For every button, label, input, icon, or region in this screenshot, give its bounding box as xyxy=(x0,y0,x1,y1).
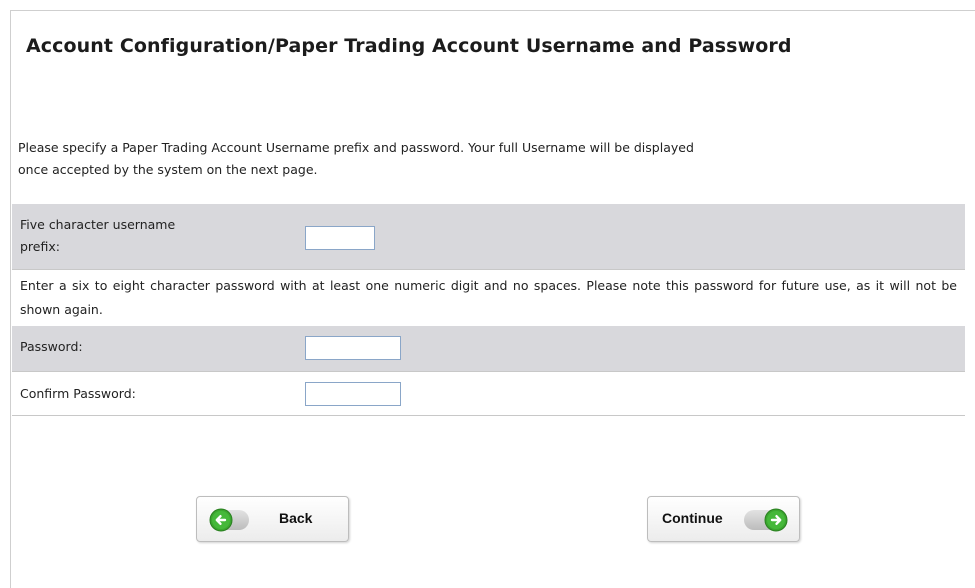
confirm-password-input[interactable] xyxy=(305,382,401,406)
arrow-left-circle-icon xyxy=(209,508,233,532)
username-prefix-input[interactable] xyxy=(305,226,375,250)
back-button-label: Back xyxy=(279,510,313,526)
prefix-label-line-2: prefix: xyxy=(20,239,60,254)
password-row: Password: xyxy=(12,326,965,371)
credentials-form: Five character username prefix: Enter a … xyxy=(12,204,965,416)
confirm-password-row: Confirm Password: xyxy=(12,371,965,415)
prefix-label: Five character username prefix: xyxy=(20,214,175,258)
back-button[interactable]: Back xyxy=(196,496,349,542)
intro-text: Please specify a Paper Trading Account U… xyxy=(18,137,963,181)
password-label: Password: xyxy=(20,339,83,354)
password-input[interactable] xyxy=(305,336,401,360)
page-title: Account Configuration/Paper Trading Acco… xyxy=(26,35,792,57)
intro-line-1: Please specify a Paper Trading Account U… xyxy=(18,140,694,155)
password-note: Enter a six to eight character password … xyxy=(20,278,957,317)
continue-button[interactable]: Continue xyxy=(647,496,800,542)
prefix-row: Five character username prefix: xyxy=(12,204,965,269)
password-note-row: Enter a six to eight character password … xyxy=(12,269,965,326)
confirm-password-label: Confirm Password: xyxy=(20,386,136,401)
intro-line-2: once accepted by the system on the next … xyxy=(18,162,318,177)
arrow-right-circle-icon xyxy=(764,508,788,532)
prefix-label-line-1: Five character username xyxy=(20,217,176,232)
continue-button-label: Continue xyxy=(662,510,723,526)
